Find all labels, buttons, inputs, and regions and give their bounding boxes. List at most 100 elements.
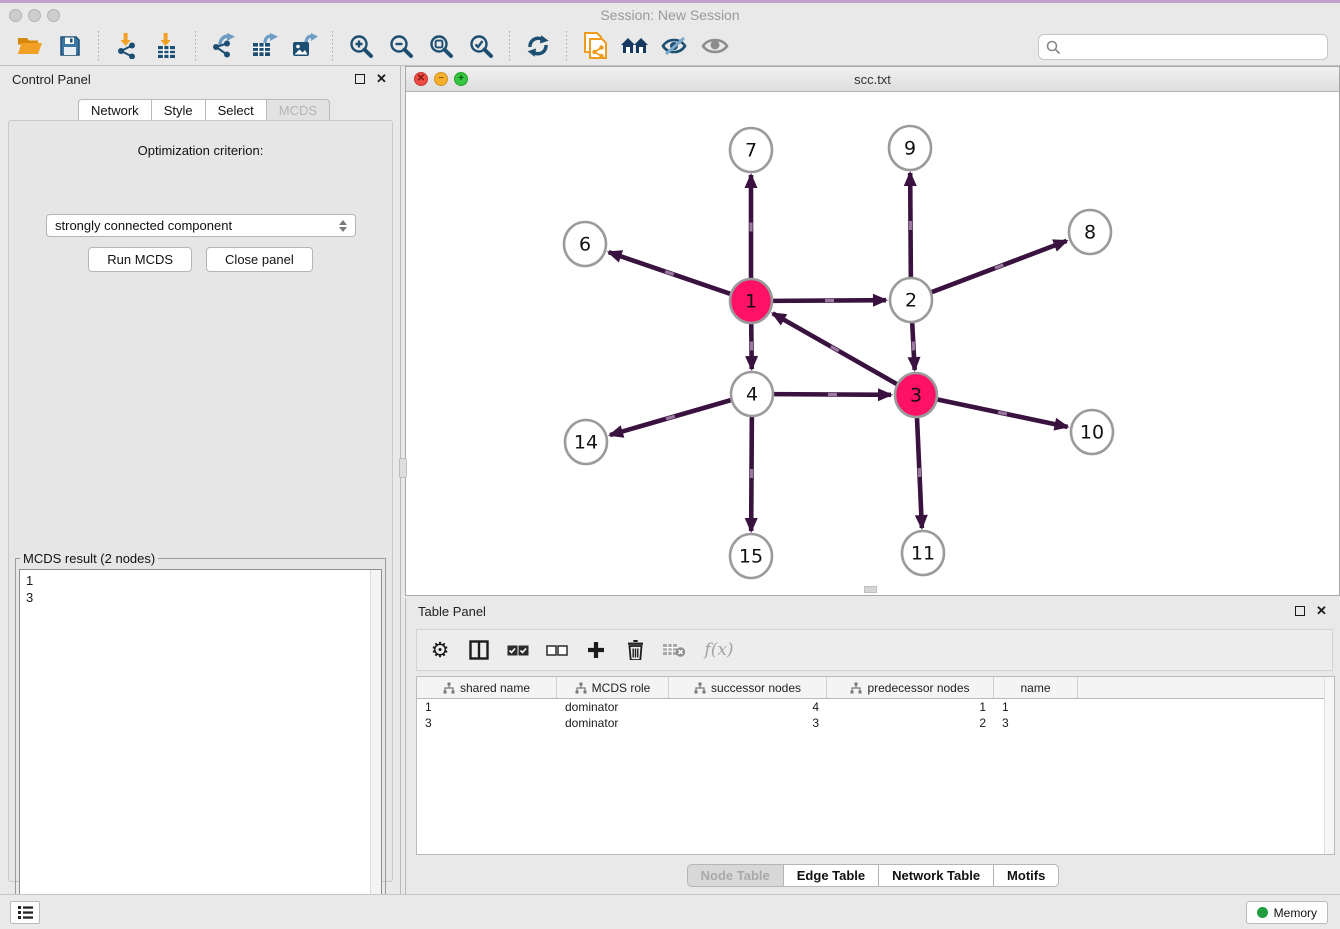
table-scrollbar[interactable] xyxy=(1324,677,1334,854)
first-neighbors-icon[interactable] xyxy=(615,30,655,62)
mcds-result-text[interactable]: 1 3 xyxy=(19,569,382,922)
show-all-icon[interactable] xyxy=(695,30,735,62)
node-1[interactable]: 1 xyxy=(730,279,772,323)
search-field[interactable] xyxy=(1038,34,1328,60)
column-header-MCDS-role[interactable]: MCDS role xyxy=(557,677,669,698)
table-options-gear-icon[interactable]: ⚙ xyxy=(427,637,453,663)
open-file-icon[interactable] xyxy=(10,30,50,62)
hide-selected-icon[interactable] xyxy=(655,30,695,62)
table-tabs: Node TableEdge TableNetwork TableMotifs xyxy=(406,864,1340,887)
cell-successor-nodes[interactable]: 3 xyxy=(669,716,827,730)
cell-successor-nodes[interactable]: 4 xyxy=(669,700,827,714)
edge-handle xyxy=(750,469,753,478)
tab-node-table[interactable]: Node Table xyxy=(687,864,784,887)
cell-MCDS-role[interactable]: dominator xyxy=(557,716,669,730)
cell-name[interactable]: 1 xyxy=(994,700,1078,714)
cell-MCDS-role[interactable]: dominator xyxy=(557,700,669,714)
tab-motifs[interactable]: Motifs xyxy=(994,864,1059,887)
node-11[interactable]: 11 xyxy=(902,531,944,575)
network-window-titlebar[interactable]: ✕ − + scc.txt xyxy=(406,67,1339,92)
import-table-icon[interactable] xyxy=(147,30,187,62)
add-column-icon[interactable] xyxy=(583,637,609,663)
panel-splitter-grip[interactable] xyxy=(399,458,407,478)
clone-network-icon[interactable] xyxy=(575,30,615,62)
network-canvas[interactable]: 7 9 6 8 1 2 4 3 14 10 15 11 xyxy=(406,92,1339,595)
column-header-successor-nodes[interactable]: successor nodes xyxy=(669,677,827,698)
node-9[interactable]: 9 xyxy=(889,126,931,170)
optimization-criterion-select[interactable]: strongly connected component xyxy=(46,214,356,237)
chevron-updown-icon xyxy=(339,220,347,232)
cell-predecessor-nodes[interactable]: 1 xyxy=(827,700,994,714)
network-view-window: ✕ − + scc.txt 7 9 6 8 1 2 4 3 14 10 15 11 xyxy=(405,66,1340,596)
table-row[interactable]: 1dominator411 xyxy=(417,699,1334,715)
cell-predecessor-nodes[interactable]: 2 xyxy=(827,716,994,730)
export-network-icon[interactable] xyxy=(204,30,244,62)
tab-network[interactable]: Network xyxy=(78,99,152,122)
close-panel-button[interactable]: Close panel xyxy=(206,247,313,272)
tab-mcds[interactable]: MCDS xyxy=(267,99,330,122)
control-panel: Control Panel ✕ NetworkStyleSelectMCDS O… xyxy=(0,66,401,894)
tab-network-table[interactable]: Network Table xyxy=(879,864,994,887)
result-scrollbar[interactable] xyxy=(370,570,381,921)
toolbar-separator xyxy=(98,31,99,61)
tab-edge-table[interactable]: Edge Table xyxy=(784,864,879,887)
cell-shared-name[interactable]: 3 xyxy=(417,716,557,730)
node-label: 6 xyxy=(579,234,591,256)
session-title: Session: New Session xyxy=(0,7,1340,23)
status-bar: Memory xyxy=(0,894,1340,929)
table-panel: Table Panel ✕ ⚙ xyxy=(405,598,1340,894)
zoom-out-icon[interactable] xyxy=(381,30,421,62)
deselect-all-rows-icon[interactable] xyxy=(544,637,570,663)
delete-columns-icon[interactable] xyxy=(622,637,648,663)
node-7[interactable]: 7 xyxy=(730,128,772,172)
toolbar-separator xyxy=(566,31,567,61)
run-mcds-button[interactable]: Run MCDS xyxy=(88,247,192,272)
column-header-predecessor-nodes[interactable]: predecessor nodes xyxy=(827,677,994,698)
zoom-fit-icon[interactable] xyxy=(421,30,461,62)
edge-handle xyxy=(825,299,834,302)
tab-select[interactable]: Select xyxy=(206,99,267,122)
node-14[interactable]: 14 xyxy=(565,420,607,464)
node-8[interactable]: 8 xyxy=(1069,210,1111,254)
memory-button[interactable]: Memory xyxy=(1246,901,1328,924)
zoom-selected-icon[interactable] xyxy=(461,30,501,62)
export-image-icon[interactable] xyxy=(284,30,324,62)
insert-column-icon[interactable] xyxy=(466,637,492,663)
node-4[interactable]: 4 xyxy=(731,372,773,416)
node-15[interactable]: 15 xyxy=(730,534,772,578)
table-toolbar: ⚙ xyxy=(416,629,1333,671)
node-label: 9 xyxy=(904,138,916,160)
apply-layout-icon[interactable] xyxy=(518,30,558,62)
column-header-shared-name[interactable]: shared name xyxy=(417,677,557,698)
column-header-name[interactable]: name xyxy=(994,677,1078,698)
table-close-panel-icon[interactable]: ✕ xyxy=(1315,605,1328,618)
node-6[interactable]: 6 xyxy=(564,222,606,266)
table-float-panel-icon[interactable] xyxy=(1293,605,1306,618)
export-table-icon[interactable] xyxy=(244,30,284,62)
zoom-in-icon[interactable] xyxy=(341,30,381,62)
mcds-result-title: MCDS result (2 nodes) xyxy=(20,551,158,566)
node-table[interactable]: shared nameMCDS rolesuccessor nodesprede… xyxy=(416,676,1335,855)
close-panel-icon[interactable]: ✕ xyxy=(375,73,388,86)
save-session-icon[interactable] xyxy=(50,30,90,62)
show-panels-button[interactable] xyxy=(10,901,40,924)
table-row[interactable]: 3dominator323 xyxy=(417,715,1334,731)
optimization-criterion-label: Optimization criterion: xyxy=(9,143,392,158)
edge-handle xyxy=(909,221,912,230)
edge-handle xyxy=(749,223,752,232)
canvas-resize-grip[interactable] xyxy=(864,586,877,593)
toolbar-separator xyxy=(509,31,510,61)
node-3[interactable]: 3 xyxy=(895,373,937,417)
node-label: 2 xyxy=(905,290,917,312)
float-panel-icon[interactable] xyxy=(353,73,366,86)
node-10[interactable]: 10 xyxy=(1071,410,1113,454)
import-network-icon[interactable] xyxy=(107,30,147,62)
node-2[interactable]: 2 xyxy=(890,278,932,322)
tab-style[interactable]: Style xyxy=(152,99,206,122)
select-all-rows-icon[interactable] xyxy=(505,637,531,663)
cell-name[interactable]: 3 xyxy=(994,716,1078,730)
column-tree-icon xyxy=(575,682,587,694)
cell-shared-name[interactable]: 1 xyxy=(417,700,557,714)
search-input[interactable] xyxy=(1066,40,1327,55)
list-icon xyxy=(17,905,34,920)
